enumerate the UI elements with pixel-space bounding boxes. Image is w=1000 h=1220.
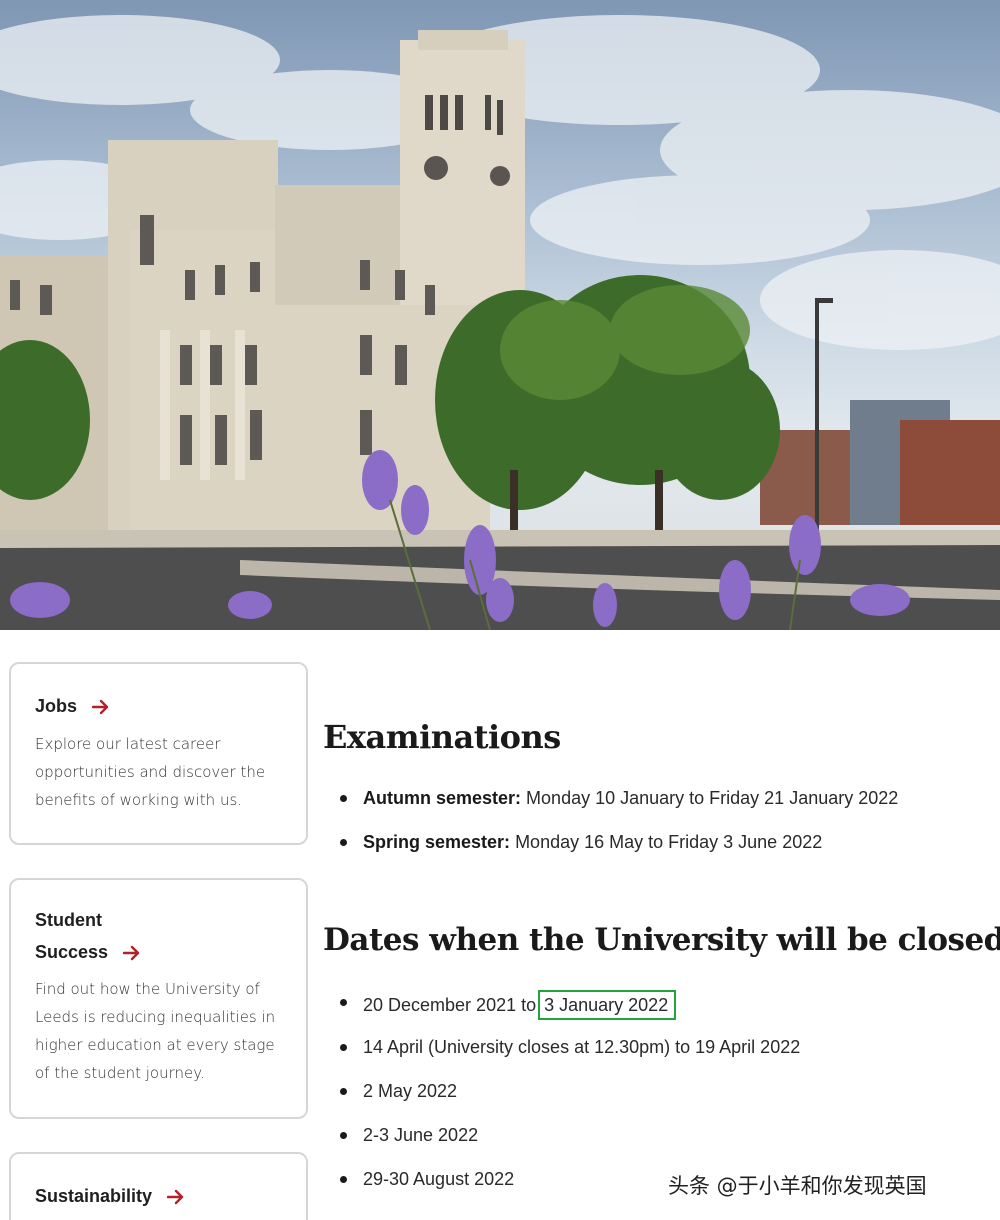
- sustainability-card-title-text: Sustainability: [35, 1186, 153, 1206]
- jobs-card-description: Explore our latest career opportunities …: [35, 735, 266, 809]
- jobs-card-title-text: Jobs: [35, 696, 78, 716]
- closure-item-text: 2-3 June 2022: [363, 1125, 479, 1145]
- student-success-card-title[interactable]: Success: [35, 936, 141, 968]
- university-building-image: [0, 15, 1000, 630]
- student-success-card[interactable]: Student Success Find out how the Univers…: [9, 878, 308, 1119]
- student-success-card-title-line1[interactable]: Student: [35, 904, 102, 936]
- closure-item-text: 20 December 2021 to: [363, 995, 537, 1015]
- list-item: 29-30 August 2022: [340, 1167, 514, 1191]
- examinations-heading: Examinations: [323, 718, 561, 756]
- closure-item-text: 14 April (University closes at 12.30pm) …: [363, 1037, 801, 1057]
- student-success-card-title-line2: Success: [35, 942, 109, 962]
- list-item: Spring semester: Monday 16 May to Friday…: [340, 830, 822, 854]
- list-item: 2 May 2022: [340, 1079, 457, 1103]
- sustainability-card-title[interactable]: Sustainability: [35, 1180, 185, 1212]
- list-item: 14 April (University closes at 12.30pm) …: [340, 1035, 800, 1059]
- closure-item-text: 2 May 2022: [363, 1081, 458, 1101]
- list-item: 2-3 June 2022: [340, 1123, 478, 1147]
- exam-item-value: Monday 16 May to Friday 3 June 2022: [510, 832, 823, 852]
- hero-photo: [0, 0, 1000, 630]
- closure-item-text: 29-30 August 2022: [363, 1169, 515, 1189]
- student-success-card-description: Find out how the University of Leeds is …: [35, 980, 276, 1082]
- jobs-card-title[interactable]: Jobs: [35, 690, 110, 722]
- exam-item-label: Autumn semester:: [363, 788, 522, 808]
- exam-item-label: Spring semester:: [363, 832, 511, 852]
- arrow-right-icon: [92, 700, 109, 715]
- list-item: 20 December 2021 to 3 January 2022: [340, 990, 677, 1020]
- jobs-card[interactable]: Jobs Explore our latest career opportuni…: [9, 662, 308, 845]
- highlighted-date: 3 January 2022: [538, 990, 677, 1020]
- arrow-right-icon: [123, 946, 140, 961]
- arrow-right-icon: [167, 1190, 184, 1205]
- exam-item-value: Monday 10 January to Friday 21 January 2…: [521, 788, 899, 808]
- list-item: Autumn semester: Monday 10 January to Fr…: [340, 786, 898, 810]
- closure-dates-heading: Dates when the University will be closed: [323, 922, 1000, 958]
- sustainability-card[interactable]: Sustainability: [9, 1152, 308, 1220]
- watermark-text: 头条 @于小羊和你发现英国: [668, 1174, 927, 1198]
